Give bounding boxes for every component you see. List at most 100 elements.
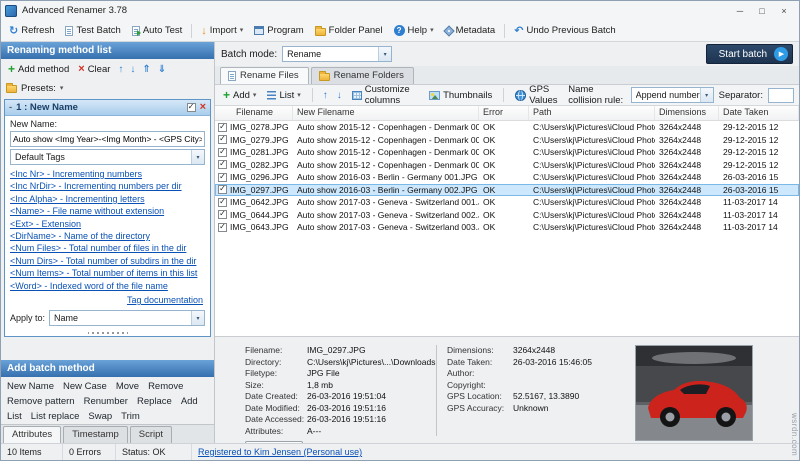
tab-rename-folders[interactable]: Rename Folders: [311, 67, 414, 84]
method-link-list[interactable]: List: [7, 411, 22, 422]
tag-link[interactable]: <Name> - File name without extension: [10, 205, 205, 217]
minimize-button[interactable]: ─: [729, 3, 751, 18]
row-checkbox[interactable]: ✓: [218, 148, 227, 157]
move-method-down-button[interactable]: ↓: [128, 63, 137, 76]
tag-link[interactable]: <Num Items> - Total number of items in t…: [10, 267, 205, 279]
main-toolbar: ↻ Refresh Test Batch Auto Test ↓ Import …: [1, 20, 799, 42]
apply-to-dropdown[interactable]: Name ▾: [49, 310, 205, 326]
tag-link[interactable]: <Word> - Indexed word of the file name: [10, 280, 205, 292]
table-row[interactable]: ✓IMG_0279.JPG Auto show 2015-12 - Copenh…: [215, 134, 799, 147]
move-method-up-button[interactable]: ↑: [116, 63, 125, 76]
resize-grip[interactable]: [88, 329, 128, 336]
tag-link[interactable]: <Num Files> - Total number of files in t…: [10, 242, 205, 254]
move-method-top-button[interactable]: ⇑: [140, 63, 152, 76]
tag-link[interactable]: <Inc Alpha> - Incrementing letters: [10, 193, 205, 205]
method-link-remove[interactable]: Remove: [148, 381, 183, 392]
method-link-swap[interactable]: Swap: [88, 411, 112, 422]
tab-timestamp[interactable]: Timestamp: [63, 426, 128, 443]
row-checkbox[interactable]: ✓: [218, 160, 227, 169]
method-link-replace[interactable]: Replace: [137, 396, 172, 407]
tag-link[interactable]: <Inc NrDir> - Incrementing numbers per d…: [10, 180, 205, 192]
new-name-input[interactable]: [10, 131, 205, 147]
check-icon: ✓: [219, 173, 226, 181]
start-batch-button[interactable]: Start batch ▶: [706, 44, 793, 64]
tag-link[interactable]: <Num Dirs> - Total number of subdirs in …: [10, 255, 205, 267]
table-row[interactable]: ✓IMG_0278.JPG Auto show 2015-12 - Copenh…: [215, 121, 799, 134]
tag-link[interactable]: <DirName> - Name of the directory: [10, 230, 205, 242]
table-row[interactable]: ✓IMG_0644.JPG Auto show 2017-03 - Geneva…: [215, 209, 799, 222]
table-row[interactable]: ✓IMG_0642.JPG Auto show 2017-03 - Geneva…: [215, 196, 799, 209]
clear-methods-button[interactable]: × Clear: [75, 63, 113, 76]
column-error[interactable]: Error: [479, 106, 529, 120]
add-files-button[interactable]: + Add ▾: [220, 88, 259, 102]
row-checkbox[interactable]: ✓: [218, 223, 227, 232]
refresh-button[interactable]: ↻ Refresh: [4, 22, 59, 39]
auto-test-button[interactable]: Auto Test: [127, 23, 187, 38]
tag-link[interactable]: <Ext> - Extension: [10, 218, 205, 230]
table-row[interactable]: ✓IMG_0282.JPG Auto show 2015-12 - Copenh…: [215, 159, 799, 172]
method-link-new-name[interactable]: New Name: [7, 381, 54, 392]
separator-input[interactable]: [768, 88, 794, 103]
move-method-bottom-button[interactable]: ⇓: [156, 63, 168, 76]
cell-error: OK: [479, 146, 529, 158]
cell-filename: IMG_0297.JPG: [230, 184, 289, 196]
row-checkbox[interactable]: ✓: [218, 185, 227, 194]
tab-attributes[interactable]: Attributes: [3, 426, 61, 443]
registered-link[interactable]: Registered to Kim Jensen (Personal use): [198, 447, 362, 457]
test-batch-button[interactable]: Test Batch: [60, 23, 125, 38]
detail-label: GPS Location:: [447, 391, 513, 401]
customize-columns-button[interactable]: Customize columns: [349, 83, 421, 107]
method-link-trim[interactable]: Trim: [121, 411, 140, 422]
tag-link[interactable]: <Inc Nr> - Incrementing numbers: [10, 168, 205, 180]
row-checkbox[interactable]: ✓: [218, 123, 227, 132]
column-filename[interactable]: Filename: [215, 106, 293, 120]
column-path[interactable]: Path: [529, 106, 655, 120]
column-new-filename[interactable]: New Filename: [293, 106, 479, 120]
tab-rename-files[interactable]: Rename Files: [220, 67, 309, 84]
collision-rule-value: Append number: [636, 90, 700, 100]
move-file-down-button[interactable]: ↓: [335, 89, 344, 102]
collision-rule-label: Name collision rule:: [568, 84, 625, 106]
folder-panel-button[interactable]: Folder Panel: [310, 23, 388, 38]
program-button[interactable]: Program: [249, 23, 308, 38]
list-button[interactable]: List ▾: [264, 89, 303, 102]
help-button[interactable]: ? Help ▾: [389, 23, 439, 38]
row-checkbox[interactable]: ✓: [218, 198, 227, 207]
tags-dropdown[interactable]: Default Tags ▾: [10, 149, 205, 165]
column-dimensions[interactable]: Dimensions: [655, 106, 719, 120]
metadata-button[interactable]: Metadata: [440, 23, 501, 38]
close-button[interactable]: ×: [773, 3, 795, 18]
table-row[interactable]: ✓IMG_0643.JPG Auto show 2017-03 - Geneva…: [215, 221, 799, 234]
presets-label: Presets:: [21, 83, 56, 94]
thumbnails-button[interactable]: Thumbnails: [426, 89, 495, 102]
method-link-remove-pattern[interactable]: Remove pattern: [7, 396, 75, 407]
method-enabled-checkbox[interactable]: ✓: [187, 103, 196, 112]
tag-documentation-link[interactable]: Tag documentation: [10, 294, 205, 307]
tab-script[interactable]: Script: [130, 426, 172, 443]
row-checkbox[interactable]: ✓: [218, 135, 227, 144]
maximize-button[interactable]: □: [751, 3, 773, 18]
presets-row[interactable]: Presets: ▾: [1, 79, 214, 97]
method-link-move[interactable]: Move: [116, 381, 139, 392]
collapse-icon[interactable]: -: [9, 102, 12, 113]
table-row[interactable]: ✓IMG_0281.JPG Auto show 2015-12 - Copenh…: [215, 146, 799, 159]
method-link-add[interactable]: Add: [181, 396, 198, 407]
gps-values-button[interactable]: GPS Values: [512, 83, 563, 107]
table-row-selected[interactable]: ✓IMG_0297.JPG Auto show 2016-03 - Berlin…: [215, 184, 799, 197]
column-date-taken[interactable]: Date Taken: [719, 106, 799, 120]
add-method-button[interactable]: + Add method: [5, 62, 72, 76]
import-button[interactable]: ↓ Import ▾: [196, 23, 248, 39]
method-link-renumber[interactable]: Renumber: [84, 396, 128, 407]
collision-rule-dropdown[interactable]: Append number ▾: [631, 87, 714, 103]
undo-previous-batch-button[interactable]: ↶ Undo Previous Batch: [509, 22, 620, 39]
method-link-list-replace[interactable]: List replace: [31, 411, 80, 422]
chevron-down-icon: ▾: [700, 88, 713, 102]
batch-mode-dropdown[interactable]: Rename ▾: [282, 46, 392, 62]
row-checkbox[interactable]: ✓: [218, 173, 227, 182]
table-row[interactable]: ✓IMG_0296.JPG Auto show 2016-03 - Berlin…: [215, 171, 799, 184]
detail-label: Date Modified:: [245, 403, 307, 413]
remove-method-button[interactable]: ×: [200, 102, 206, 113]
method-link-new-case[interactable]: New Case: [63, 381, 107, 392]
row-checkbox[interactable]: ✓: [218, 210, 227, 219]
move-file-up-button[interactable]: ↑: [321, 89, 330, 102]
